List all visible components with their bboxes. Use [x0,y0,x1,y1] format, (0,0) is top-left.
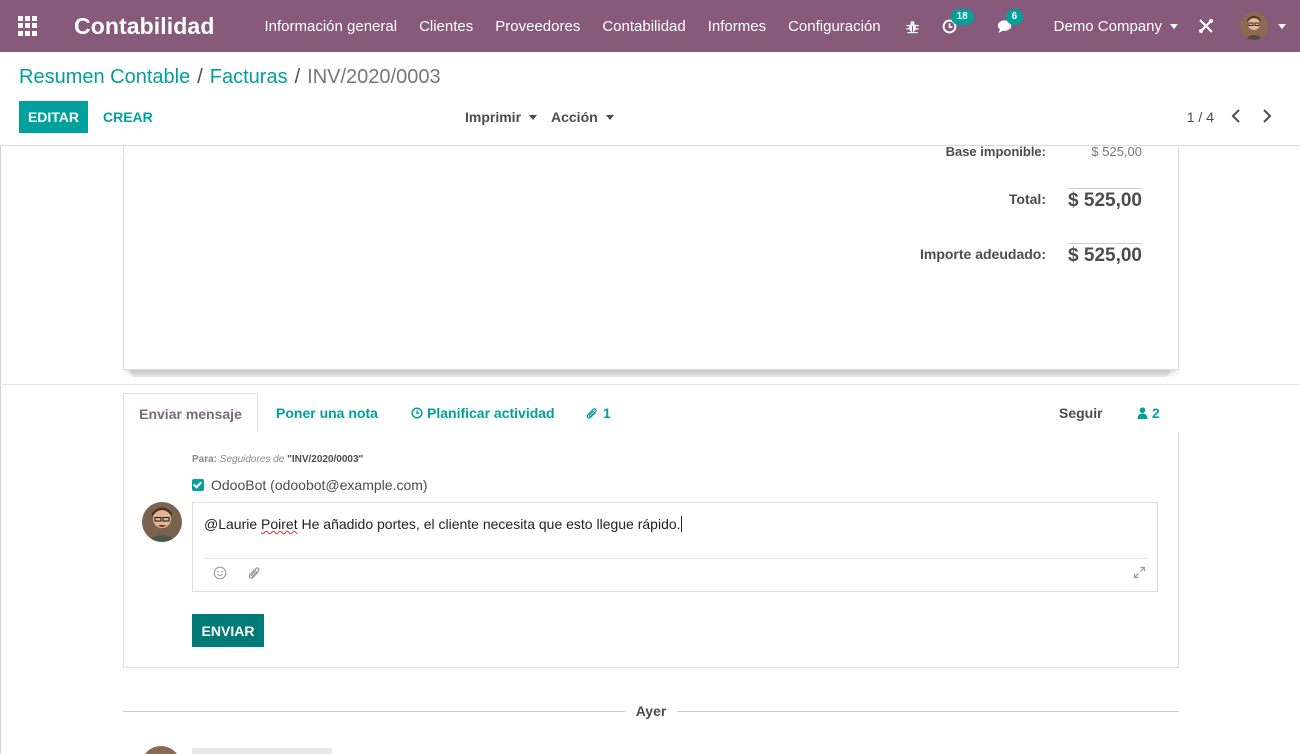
separator-line-left [123,711,625,712]
pager-value[interactable]: 1 / 4 [1187,109,1214,125]
recipients-followers-of: Seguidores de [219,454,285,465]
composer-recipients: Para: Seguidores de "INV/2020/0003" [192,454,363,465]
schedule-activity-label: Planificar actividad [427,405,555,421]
messaging-chat-icon[interactable]: 6 [997,8,1024,34]
menu-item-reports[interactable]: Informes [708,18,766,35]
sheet-shadow [130,369,1170,377]
message-input[interactable]: @Laurie Poiret He añadido portes, el cli… [192,502,1158,592]
debug-bug-icon[interactable] [905,19,920,34]
amount-due-value: $ 525,00 [1068,245,1142,266]
action-label: Acción [551,109,598,125]
pager-previous-icon[interactable] [1229,108,1245,124]
apps-menu-icon[interactable] [18,16,38,36]
tools-close-icon[interactable] [1198,18,1214,34]
user-menu-chevron-icon[interactable] [1278,23,1286,29]
composer-toolbar-divider [204,558,1148,559]
day-separator-label: Ayer [635,703,667,719]
activity-count-badge: 18 [950,8,974,25]
breadcrumb-current-record: INV/2020/0003 [307,66,441,88]
company-switcher[interactable]: Demo Company [1054,18,1178,35]
clock-icon [411,407,423,419]
pager-next-icon[interactable] [1260,108,1276,124]
breadcrumb-separator: / [197,66,203,88]
attachments-button[interactable]: 1 [586,393,611,433]
menu-item-customers[interactable]: Clientes [419,18,473,35]
print-label: Imprimir [465,109,522,125]
top-navbar: Contabilidad Información general Cliente… [0,0,1300,52]
chevron-down-icon [529,114,538,120]
chatter-topbar: Enviar mensaje Poner una nota Planificar… [123,393,1179,434]
total-label: Total: [1008,191,1046,207]
edit-button[interactable]: EDITAR [19,101,88,133]
tab-schedule-activity[interactable]: Planificar actividad [411,393,555,433]
create-button[interactable]: CREAR [103,109,153,125]
untaxed-amount-label: Base imponible: [945,144,1046,159]
company-name: Demo Company [1053,17,1162,35]
composer-avatar [142,502,182,542]
chatter-divider [0,384,1300,385]
text-cursor [680,516,682,532]
menu-item-vendors[interactable]: Proveedores [495,18,580,35]
breadcrumb: Resumen Contable / Facturas / INV/2020/0… [19,66,441,89]
user-icon [1137,407,1148,419]
control-panel: Resumen Contable / Facturas / INV/2020/0… [0,52,1300,146]
message-composer: Para: Seguidores de "INV/2020/0003" Odoo… [123,432,1179,668]
message-body: He añadido portes, el cliente necesita q… [297,516,681,532]
follow-button[interactable]: Seguir [1059,393,1103,433]
followers-count: 2 [1152,405,1160,421]
separator-line-right [677,711,1179,712]
menu-item-configuration[interactable]: Configuración [788,18,881,35]
chevron-down-icon [1170,23,1178,29]
menu-item-overview[interactable]: Información general [264,18,397,35]
attachments-count: 1 [603,405,611,421]
app-brand[interactable]: Contabilidad [74,13,214,40]
breadcrumb-accounting-dashboard[interactable]: Resumen Contable [19,66,190,89]
recipients-prefix: Para: [192,454,218,465]
expand-composer-icon[interactable] [1133,566,1146,582]
main-menu: Información general Clientes Proveedores… [264,18,902,35]
recipient-checkbox[interactable] [192,479,204,491]
recipients-document: "INV/2020/0003" [287,454,364,465]
message-mention: @Laurie [204,516,262,532]
total-divider [1068,188,1142,189]
print-dropdown[interactable]: Imprimir [465,109,538,125]
paperclip-icon [586,407,597,419]
emoji-icon[interactable] [213,566,227,583]
user-avatar[interactable] [1240,12,1268,40]
invoice-sheet: Base imponible: $ 525,00 Total: $ 525,00… [123,144,1179,370]
day-separator: Ayer [123,702,1179,722]
action-dropdown[interactable]: Acción [551,109,614,125]
followers-button[interactable]: 2 [1137,393,1160,433]
suggested-recipient: OdooBot (odoobot@example.com) [192,477,428,493]
breadcrumb-separator: / [294,66,301,88]
menu-item-accounting[interactable]: Contabilidad [602,18,685,35]
tab-log-note[interactable]: Poner una nota [276,393,378,433]
message-author-header [192,748,332,754]
untaxed-amount-value: $ 525,00 [1091,144,1142,159]
tab-send-message[interactable]: Enviar mensaje [123,393,258,434]
amount-due-label: Importe adeudado: [919,246,1046,262]
content-edge [0,146,1,754]
attach-file-icon[interactable] [248,566,261,583]
chevron-down-icon [605,114,614,120]
message-text[interactable]: @Laurie Poiret He añadido portes, el cli… [204,516,682,532]
recipient-label: OdooBot (odoobot@example.com) [211,477,428,493]
amount-due-divider [1068,243,1142,244]
send-button[interactable]: ENVIAR [192,614,264,647]
activity-clock-icon[interactable]: 18 [942,8,974,34]
navbar-systray: 18 6 Demo Company [905,0,1300,52]
breadcrumb-invoices[interactable]: Facturas [210,66,288,89]
message-misspelled-word: Poiret [261,516,298,532]
message-count-badge: 6 [1005,8,1024,25]
total-value: $ 525,00 [1068,190,1142,211]
